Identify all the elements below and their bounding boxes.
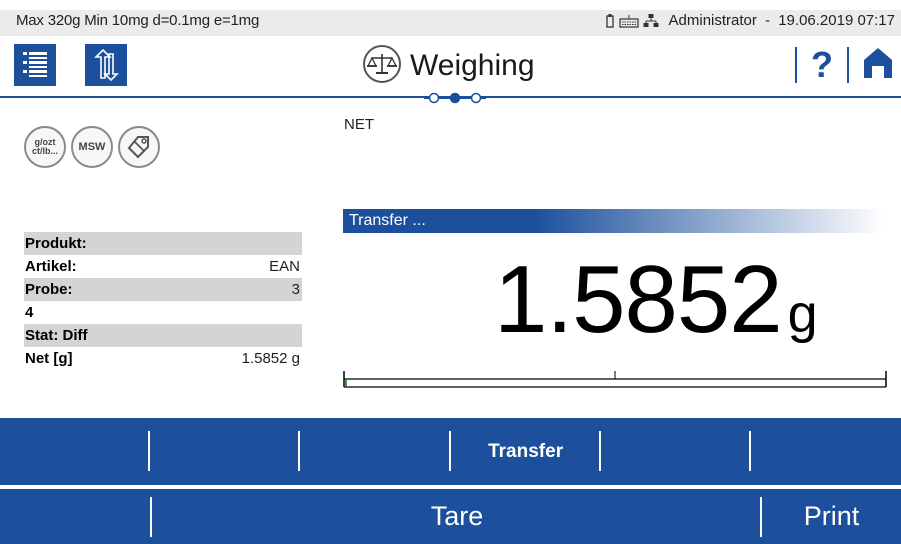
- info-label: Net [g]: [25, 350, 73, 367]
- info-label: Artikel:: [25, 258, 77, 275]
- header-separator: [847, 47, 849, 83]
- up-down-arrows-icon: [94, 48, 119, 82]
- tag-button[interactable]: [118, 126, 160, 168]
- softkey-row-top: Transfer: [0, 418, 901, 485]
- softkey-3[interactable]: [300, 418, 451, 485]
- function-icons: g/ozt ct/lb... MSW: [24, 126, 160, 168]
- title-area: Weighing: [362, 44, 535, 89]
- weight-display: 1.5852 g: [494, 250, 818, 350]
- net-label: NET: [344, 116, 374, 133]
- unit-switch-icon: g/ozt ct/lb...: [32, 138, 58, 156]
- info-row-net: Net [g] 1.5852 g: [24, 347, 302, 370]
- print-button[interactable]: Print: [762, 489, 901, 544]
- balance-specs: Max 320g Min 10mg d=0.1mg e=1mg: [16, 12, 260, 29]
- capacity-bar-fill: [345, 380, 347, 386]
- weight-unit: g: [787, 284, 818, 344]
- softkey-5[interactable]: [601, 418, 752, 485]
- tag-icon: [127, 136, 149, 159]
- page-dot-2: [449, 92, 461, 104]
- page-dot-1: [428, 92, 440, 104]
- info-row-stat-diff: Stat: Diff: [24, 324, 302, 347]
- date-time: 19.06.2019 07:17: [778, 12, 895, 29]
- info-row-artikel: Artikel: EAN: [24, 255, 302, 278]
- info-value: 1.5852 g: [241, 350, 300, 367]
- info-label: Produkt:: [25, 235, 87, 252]
- balance-scale-icon: [362, 44, 402, 89]
- unit-switch-button[interactable]: g/ozt ct/lb...: [24, 126, 66, 168]
- header: Weighing ?: [0, 36, 901, 104]
- softkey-bottom-left[interactable]: [0, 489, 152, 544]
- tare-button[interactable]: Tare: [152, 489, 762, 544]
- info-value: 3: [291, 281, 300, 298]
- softkey-6[interactable]: [751, 418, 901, 485]
- capacity-bar: [343, 371, 887, 388]
- info-value: EAN: [269, 258, 300, 275]
- msw-icon: MSW: [78, 141, 106, 153]
- status-bar: Max 320g Min 10mg d=0.1mg e=1mg Administ…: [0, 0, 901, 36]
- status-right: Administrator - 19.06.2019 07:17: [605, 12, 895, 29]
- info-row-number: 4: [24, 301, 302, 324]
- menu-button[interactable]: [14, 44, 56, 86]
- keyboard-icon: [618, 14, 639, 28]
- unit-switch-label-bottom: ct/lb...: [31, 146, 58, 156]
- network-icon: [643, 13, 659, 29]
- weight-value: 1.5852: [494, 246, 783, 353]
- info-row-produkt: Produkt:: [24, 232, 302, 255]
- info-table: Produkt: Artikel: EAN Probe: 3 4 Stat: D…: [24, 232, 302, 370]
- info-label: Probe:: [25, 281, 73, 298]
- softkey-2[interactable]: [150, 418, 301, 485]
- usb-icon: [605, 13, 615, 29]
- info-label: 4: [25, 304, 34, 321]
- menu-list-icon: [23, 52, 47, 77]
- msw-button[interactable]: MSW: [71, 126, 113, 168]
- home-icon: [864, 47, 892, 78]
- info-row-probe: Probe: 3: [24, 278, 302, 301]
- home-button[interactable]: [863, 46, 893, 85]
- page-title: Weighing: [410, 49, 535, 82]
- transfer-status-bar: Transfer ...: [343, 209, 885, 233]
- header-separator: [795, 47, 797, 83]
- softkey-1[interactable]: [0, 418, 151, 485]
- header-right: ?: [781, 44, 893, 86]
- help-button[interactable]: ?: [811, 45, 833, 85]
- info-label: Stat: Diff: [25, 327, 88, 344]
- status-separator: -: [760, 12, 775, 29]
- transfer-button[interactable]: Transfer: [451, 418, 601, 485]
- status-icons: [605, 13, 659, 29]
- softkey-row-bottom: Tare Print: [0, 489, 901, 544]
- page-dot-3: [470, 92, 482, 104]
- sort-button[interactable]: [85, 44, 127, 86]
- user-name: Administrator: [668, 12, 757, 29]
- page-indicator: [424, 92, 486, 104]
